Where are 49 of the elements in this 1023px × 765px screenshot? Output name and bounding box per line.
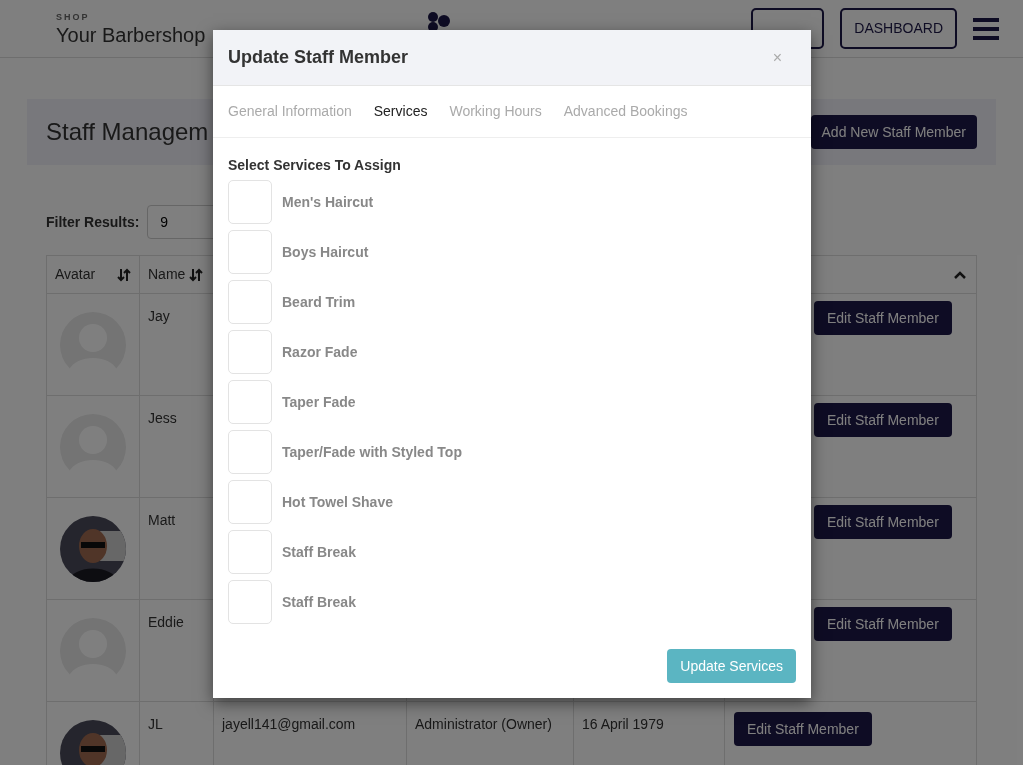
tab[interactable]: Working Hours — [449, 101, 542, 122]
checkbox[interactable] — [228, 480, 272, 524]
shop-name: Your Barbershop — [56, 24, 207, 47]
table-cell: Matt — [148, 512, 176, 528]
column-header[interactable]: Name — [148, 264, 186, 285]
checkbox[interactable] — [228, 580, 272, 624]
sort-icon[interactable] — [189, 267, 204, 282]
service-label: Taper Fade — [282, 392, 356, 412]
dialog-title: Update Staff Member — [228, 46, 409, 69]
service-label: Razor Fade — [282, 342, 358, 362]
tab[interactable]: Advanced Bookings — [563, 101, 688, 122]
menu-icon[interactable] — [973, 17, 999, 40]
logo-icon — [427, 12, 451, 32]
collapse-icon[interactable] — [954, 270, 966, 279]
column-header[interactable]: Avatar — [55, 264, 96, 285]
service-label: Taper/Fade with Styled Top — [282, 442, 462, 462]
filter-label: Filter Results: — [46, 212, 140, 232]
edit-staff-button[interactable]: Edit Staff Member — [814, 607, 952, 641]
checkbox[interactable] — [228, 280, 272, 324]
checkbox[interactable] — [228, 380, 272, 424]
table-cell: Eddie — [148, 614, 184, 630]
checkbox[interactable] — [228, 230, 272, 274]
service-label: Men's Haircut — [282, 192, 374, 212]
sort-icon[interactable] — [117, 267, 131, 282]
table-cell: JL — [148, 716, 163, 732]
nav-button[interactable]: DASHBOARD — [840, 8, 957, 49]
add-staff-button[interactable]: Add New Staff Member — [810, 115, 977, 149]
service-label: Boys Haircut — [282, 242, 369, 262]
checkbox[interactable] — [228, 530, 272, 574]
edit-staff-button[interactable]: Edit Staff Member — [814, 505, 952, 539]
checkbox[interactable] — [228, 430, 272, 474]
page-title: Staff Managem — [46, 117, 209, 147]
checkbox[interactable] — [228, 180, 272, 224]
service-label: Hot Towel Shave — [282, 492, 393, 512]
table-cell: 16 April 1979 — [582, 716, 664, 732]
shop-label: SHOP — [56, 10, 91, 24]
table-cell: Administrator (Owner) — [415, 716, 552, 732]
table-cell: jayell141@gmail.com — [222, 716, 356, 732]
tab[interactable]: Services — [373, 101, 428, 122]
edit-staff-button[interactable]: Edit Staff Member — [734, 712, 872, 746]
edit-staff-button[interactable]: Edit Staff Member — [814, 403, 952, 437]
checkbox[interactable] — [228, 330, 272, 374]
service-label: Beard Trim — [282, 292, 356, 312]
section-title: Select Services To Assign — [228, 156, 402, 175]
edit-staff-button[interactable]: Edit Staff Member — [814, 301, 952, 335]
table-cell: Jay — [148, 308, 170, 324]
service-label: Staff Break — [282, 542, 356, 562]
service-label: Staff Break — [282, 592, 356, 612]
table-cell: Jess — [148, 410, 177, 426]
